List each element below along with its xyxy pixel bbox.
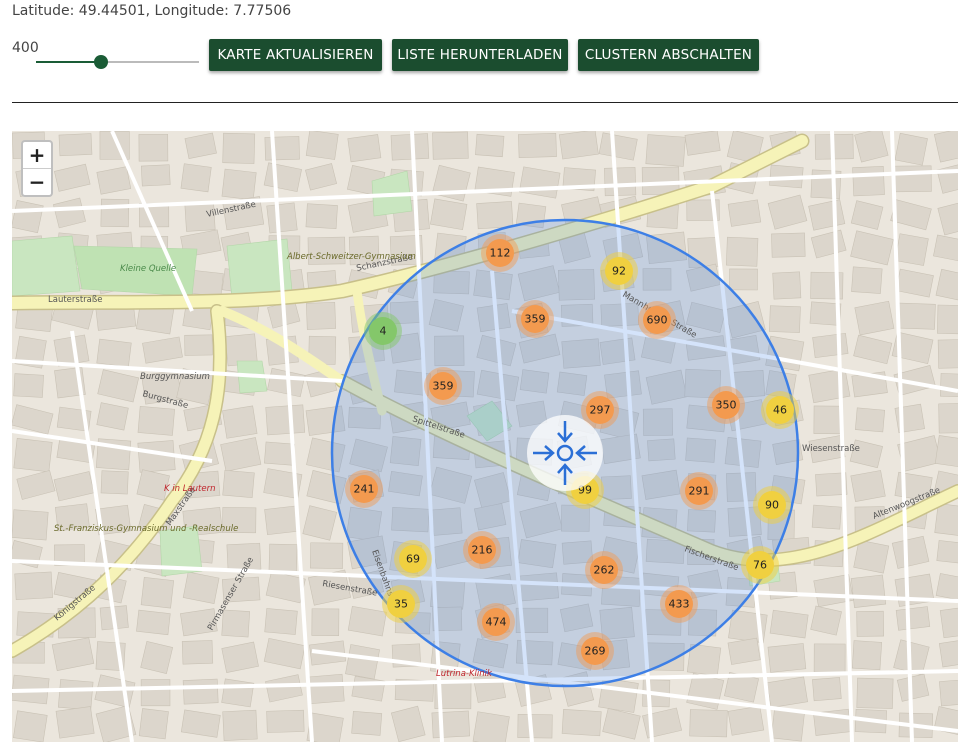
cluster-count: 359	[433, 380, 454, 393]
map-view[interactable]: Lauterstraße Villenstraße Burgstraße Spi…	[12, 131, 958, 742]
cluster-marker[interactable]: 269	[576, 632, 614, 670]
center-marker-icon[interactable]	[527, 415, 603, 491]
refresh-map-button[interactable]: KARTE AKTUALISIEREN	[209, 39, 382, 71]
cluster-marker[interactable]: 291	[680, 472, 718, 510]
divider	[12, 102, 958, 103]
cluster-count: 269	[585, 645, 606, 658]
cluster-marker[interactable]: 690	[638, 301, 676, 339]
place-label: Lutrina-Klinik	[436, 669, 493, 679]
download-list-button[interactable]: LISTE HERUNTERLADEN	[392, 39, 568, 71]
coordinates-readout: Latitude: 49.44501, Longitude: 7.77506	[12, 3, 292, 19]
cluster-count: 359	[525, 313, 546, 326]
cluster-marker[interactable]: 112	[481, 234, 519, 272]
cluster-count: 474	[486, 616, 507, 629]
cluster-marker[interactable]: 359	[424, 367, 462, 405]
cluster-count: 690	[647, 314, 668, 327]
cluster-count: 4	[380, 325, 387, 338]
cluster-count: 241	[354, 483, 375, 496]
cluster-marker[interactable]: 46	[761, 391, 799, 429]
cluster-marker[interactable]: 433	[660, 585, 698, 623]
cluster-marker[interactable]: 350	[707, 386, 745, 424]
map-tiles: Lauterstraße Villenstraße Burgstraße Spi…	[12, 131, 958, 742]
cluster-count: 90	[765, 499, 779, 512]
place-label: Albert-Schweitzer-Gymnasium	[286, 252, 416, 262]
street-label: Lauterstraße	[48, 295, 102, 305]
cluster-count: 297	[590, 404, 611, 417]
zoom-out-button[interactable]: −	[23, 169, 51, 195]
radius-value: 400	[12, 40, 39, 56]
slider-thumb[interactable]	[94, 55, 109, 69]
cluster-marker[interactable]: 4	[364, 312, 402, 350]
slider-fill	[36, 61, 102, 63]
place-label: Kleine Quelle	[120, 264, 176, 274]
cluster-marker[interactable]: 76	[741, 546, 779, 584]
place-label: Burggymnasium	[140, 372, 210, 382]
cluster-count: 433	[669, 598, 690, 611]
street-label: Wiesenstraße	[802, 444, 860, 454]
cluster-count: 262	[594, 564, 615, 577]
cluster-marker[interactable]: 359	[516, 300, 554, 338]
cluster-count: 112	[490, 247, 511, 260]
cluster-count: 76	[753, 559, 767, 572]
cluster-marker[interactable]: 35	[382, 585, 420, 623]
cluster-marker[interactable]: 241	[345, 470, 383, 508]
cluster-count: 92	[612, 265, 626, 278]
cluster-count: 35	[394, 598, 408, 611]
place-label: K in Lautern	[164, 484, 216, 494]
cluster-count: 46	[773, 404, 787, 417]
cluster-marker[interactable]: 92	[600, 252, 638, 290]
cluster-marker[interactable]: 216	[463, 531, 501, 569]
disable-clustering-button[interactable]: CLUSTERN ABSCHALTEN	[578, 39, 759, 71]
zoom-control: + −	[21, 140, 53, 197]
zoom-in-button[interactable]: +	[23, 142, 51, 169]
cluster-marker[interactable]: 69	[394, 540, 432, 578]
radius-slider[interactable]: 400	[12, 40, 202, 74]
cluster-marker[interactable]: 90	[753, 486, 791, 524]
cluster-marker[interactable]: 262	[585, 551, 623, 589]
slider-track[interactable]	[36, 55, 199, 69]
cluster-count: 291	[689, 485, 710, 498]
cluster-marker[interactable]: 474	[477, 603, 515, 641]
cluster-count: 350	[716, 399, 737, 412]
cluster-count: 216	[472, 544, 493, 557]
cluster-count: 69	[406, 553, 420, 566]
place-label: St.-Franziskus-Gymnasium und -Realschule	[54, 524, 238, 534]
